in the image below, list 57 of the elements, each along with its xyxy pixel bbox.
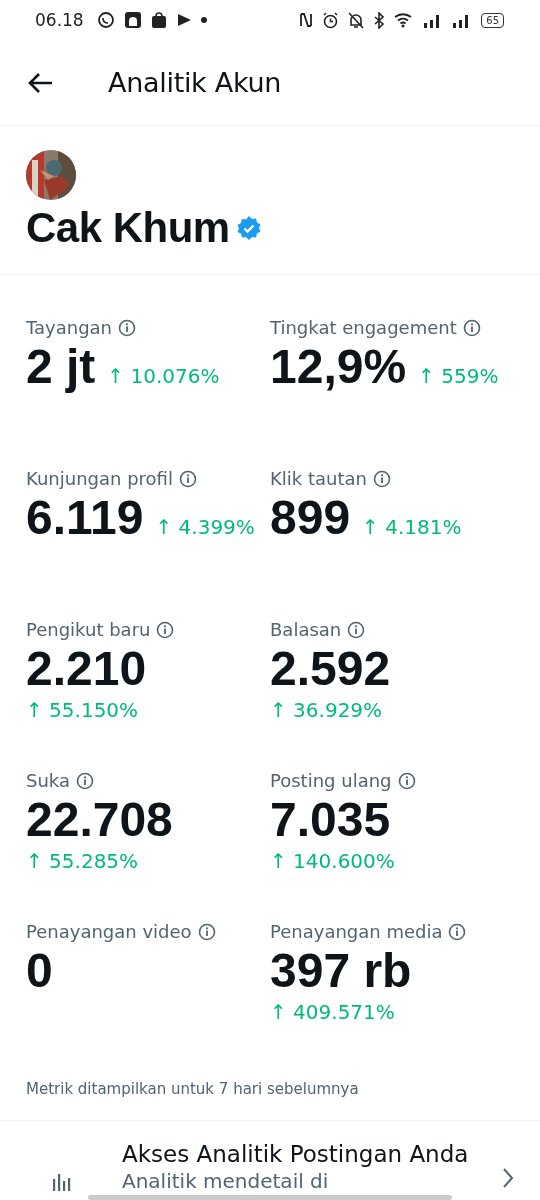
metric-change: ↑ 4.399% xyxy=(155,515,255,539)
info-icon[interactable] xyxy=(197,922,216,941)
metric-value: 12,9% xyxy=(270,339,407,395)
info-icon[interactable] xyxy=(76,771,94,790)
page-title: Analitik Akun xyxy=(108,67,282,98)
metric-value: 7.035 xyxy=(270,792,391,848)
chevron-right-icon xyxy=(502,1167,514,1189)
chat-app-icon xyxy=(96,11,115,29)
footnote: Metrik ditampilkan untuk 7 hari sebelumnya xyxy=(25,1079,360,1100)
info-icon[interactable] xyxy=(118,318,136,337)
metric-value: 2.592 xyxy=(270,641,391,697)
metric-value: 0 xyxy=(26,943,53,999)
play-icon xyxy=(175,12,192,28)
nfc-icon xyxy=(299,12,314,28)
notification-dot-icon xyxy=(200,17,207,23)
info-icon[interactable] xyxy=(372,469,391,488)
metric-change: ↑ 140.600% xyxy=(270,849,395,873)
metric-change: ↑ 10.076% xyxy=(107,364,220,388)
info-icon[interactable] xyxy=(156,620,175,639)
metric-value: 6.119 xyxy=(26,490,144,546)
metric-label: Tayangan xyxy=(26,317,112,338)
post-analytics-title: Akses Analitik Postingan Anda xyxy=(122,1141,470,1168)
metric-value: 2 jt xyxy=(26,339,96,395)
metric-label: Penayangan video xyxy=(26,921,192,942)
metric-change: ↑ 55.150% xyxy=(26,698,139,722)
mosque-app-icon xyxy=(123,11,142,29)
metric-label: Suka xyxy=(26,770,70,791)
metric-label: Pengikut baru xyxy=(26,619,151,640)
alarm-icon xyxy=(322,11,340,29)
metric-value: 2.210 xyxy=(26,641,147,697)
metric-change: ↑ 55.285% xyxy=(26,849,139,873)
info-icon[interactable] xyxy=(178,469,197,488)
metric-label: Kunjungan profil xyxy=(26,468,173,489)
metric-change: ↑ 409.571% xyxy=(270,1000,395,1024)
metric-value: 899 xyxy=(270,490,351,546)
info-icon[interactable] xyxy=(462,318,481,337)
muted-bell-icon xyxy=(348,11,365,29)
shopping-bag-icon xyxy=(150,11,167,29)
info-icon[interactable] xyxy=(347,620,366,639)
metric-change: ↑ 36.929% xyxy=(270,698,383,722)
info-icon[interactable] xyxy=(397,771,416,790)
metric-change: ↑ 559% xyxy=(418,364,499,388)
post-analytics-subtitle: Analitik mendetail di xyxy=(122,1168,330,1195)
bar-chart-icon xyxy=(52,1171,72,1191)
metric-value: 397 rb xyxy=(270,943,412,999)
info-icon[interactable] xyxy=(448,922,467,941)
metric-value: 22.708 xyxy=(26,792,173,848)
metric-label: Tingkat engagement xyxy=(270,317,457,338)
metric-change: ↑ 4.181% xyxy=(362,515,462,539)
battery-indicator: 65 xyxy=(481,12,504,28)
profile-name: Cak Khum xyxy=(26,204,230,252)
metric-label: Penayangan media xyxy=(270,921,443,942)
metric-label: Balasan xyxy=(270,619,342,640)
metric-label: Klik tautan xyxy=(270,468,367,489)
metric-label: Posting ulang xyxy=(270,770,392,791)
status-time: 06.18 xyxy=(35,10,84,30)
bluetooth-icon xyxy=(373,11,386,29)
